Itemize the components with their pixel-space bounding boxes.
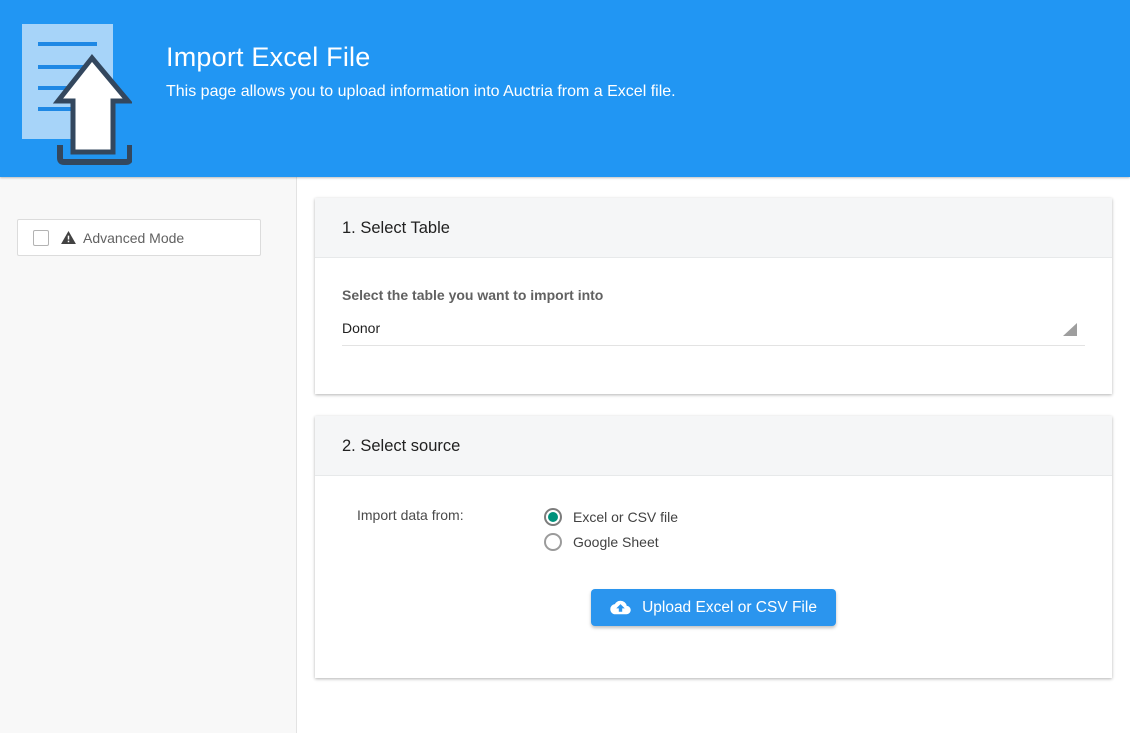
warning-triangle-icon — [61, 231, 76, 244]
radio-unselected-icon[interactable] — [544, 533, 562, 551]
radio-option-label: Excel or CSV file — [573, 509, 678, 525]
radio-option-label: Google Sheet — [573, 534, 659, 550]
select-table-card: 1. Select Table Select the table you wan… — [315, 198, 1112, 394]
cloud-upload-icon — [610, 599, 631, 616]
select-source-heading: 2. Select source — [315, 416, 1112, 476]
page-title: Import Excel File — [166, 42, 676, 73]
upload-button[interactable]: Upload Excel or CSV File — [591, 589, 836, 626]
corner-triangle-icon — [1063, 323, 1077, 336]
table-select-value: Donor — [342, 320, 380, 336]
select-source-body: Import data from: Excel or CSV file Goog… — [315, 476, 1112, 678]
table-select-dropdown[interactable]: Donor — [342, 320, 1085, 346]
select-table-body: Select the table you want to import into… — [315, 258, 1112, 394]
advanced-mode-checkbox[interactable] — [33, 230, 49, 246]
table-field-label: Select the table you want to import into — [342, 287, 1085, 303]
source-radio-group: Excel or CSV file Google Sheet — [544, 504, 678, 554]
upload-button-row: Upload Excel or CSV File — [342, 589, 1085, 626]
page: Import Excel File This page allows you t… — [0, 0, 1130, 733]
upload-button-label: Upload Excel or CSV File — [642, 599, 817, 617]
import-source-row: Import data from: Excel or CSV file Goog… — [342, 504, 1085, 554]
advanced-mode-toggle[interactable]: Advanced Mode — [17, 219, 261, 256]
sidebar: Advanced Mode — [0, 177, 297, 733]
advanced-mode-label: Advanced Mode — [83, 230, 184, 246]
header-text: Import Excel File This page allows you t… — [166, 42, 676, 101]
select-table-heading: 1. Select Table — [315, 198, 1112, 258]
document-upload-icon — [22, 24, 132, 169]
content-area: Advanced Mode 1. Select Table Select the… — [0, 177, 1130, 733]
radio-option-google-sheet[interactable]: Google Sheet — [544, 529, 678, 554]
main-content: 1. Select Table Select the table you wan… — [297, 177, 1130, 733]
radio-option-excel-csv[interactable]: Excel or CSV file — [544, 504, 678, 529]
page-subtitle: This page allows you to upload informati… — [166, 83, 676, 101]
page-header: Import Excel File This page allows you t… — [0, 0, 1130, 177]
select-source-card: 2. Select source Import data from: Excel… — [315, 416, 1112, 678]
source-field-label: Import data from: — [357, 504, 544, 554]
radio-selected-icon[interactable] — [544, 508, 562, 526]
